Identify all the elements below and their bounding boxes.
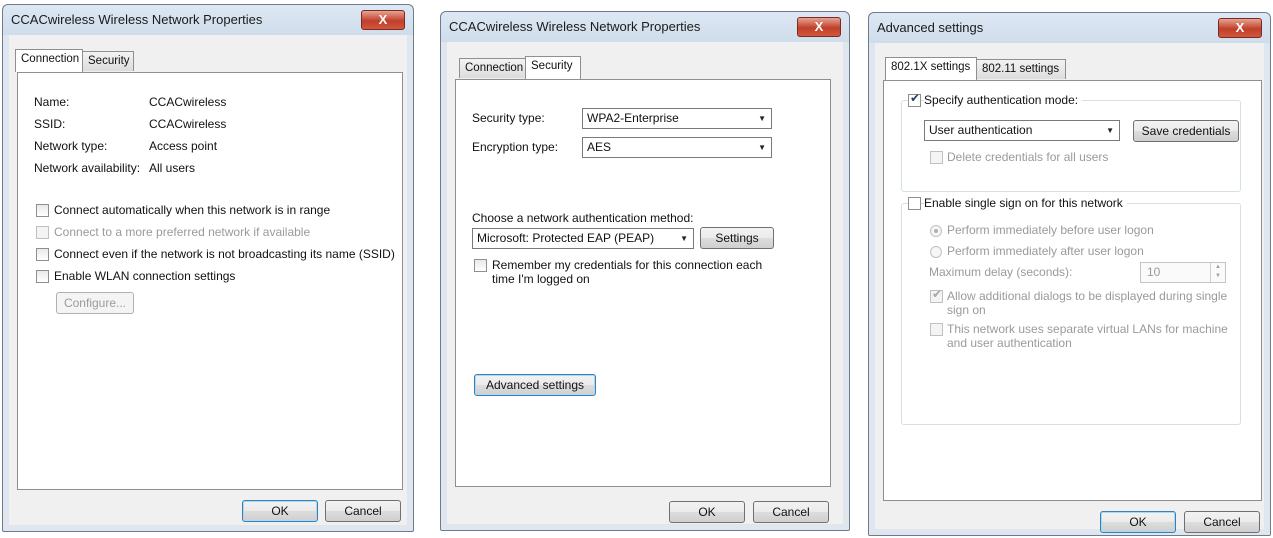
chevron-down-icon: ▼ [758,114,766,123]
dialog-client-area: 802.1X settings 802.11 settings ✔ Specif… [875,43,1264,533]
separate-vlans-label-line1: This network uses separate virtual LANs … [947,322,1228,336]
max-delay-spinner: 10 ▲ ▼ [1140,262,1226,283]
remember-credentials-label-line1: Remember my credentials for this connect… [492,258,763,272]
spinner-arrows-icon: ▲ ▼ [1210,263,1225,282]
close-button[interactable]: X [361,10,405,30]
connect-automatically-label: Connect automatically when this network … [54,203,331,217]
security-type-value: WPA2-Enterprise [587,111,679,125]
enable-wlan-settings-label: Enable WLAN connection settings [54,269,236,283]
cancel-button[interactable]: Cancel [1184,511,1260,533]
max-delay-value: 10 [1147,265,1161,279]
ok-button[interactable]: OK [669,501,745,523]
network-availability-label: Network availability: [34,161,141,175]
max-delay-label: Maximum delay (seconds): [929,265,1073,279]
close-button[interactable]: X [797,17,841,37]
auth-mode-value: User authentication [929,123,1033,137]
chevron-down-icon: ▼ [680,234,688,243]
checkmark-icon: ✔ [932,287,943,301]
dialog-client-area: Connection Security Name: CCACwireless S… [9,35,407,525]
connection-properties-dialog: CCACwireless Wireless Network Properties… [2,4,414,532]
tab-security[interactable]: Security [82,51,134,71]
specify-auth-mode-label: Specify authentication mode: [924,93,1083,107]
auth-method-dropdown[interactable]: Microsoft: Protected EAP (PEAP) ▼ [472,228,694,249]
auth-method-value: Microsoft: Protected EAP (PEAP) [477,231,655,245]
dialog-client-area: Connection Security Security type: WPA2-… [447,42,843,524]
auth-mode-dropdown[interactable]: User authentication ▼ [924,120,1120,141]
tab-connection[interactable]: Connection [15,49,83,72]
radio-dot-icon [934,229,938,233]
after-logon-label: Perform immediately after user logon [947,244,1144,258]
ssid-value: CCACwireless [149,117,227,131]
close-button[interactable]: X [1218,18,1262,38]
encryption-type-label: Encryption type: [472,140,559,154]
separate-vlans-label-line2: and user authentication [947,336,1072,350]
enable-sso-label: Enable single sign on for this network [924,196,1127,210]
name-label: Name: [34,95,70,109]
auth-mode-group [901,100,1241,192]
tab-80211-settings[interactable]: 802.11 settings [976,59,1066,79]
delete-credentials-label: Delete credentials for all users [947,150,1109,164]
tab-connection[interactable]: Connection [459,58,526,78]
before-logon-label: Perform immediately before user logon [947,223,1154,237]
tab-panel: Security type: WPA2-Enterprise ▼ Encrypt… [455,79,831,487]
ok-button[interactable]: OK [242,500,318,522]
encryption-type-dropdown[interactable]: AES ▼ [582,137,772,158]
tab-security[interactable]: Security [525,56,581,79]
chevron-down-icon: ▼ [758,143,766,152]
preferred-network-checkbox [36,226,49,239]
network-availability-value: All users [149,161,196,175]
encryption-type-value: AES [587,140,612,154]
dialog-title: CCACwireless Wireless Network Properties [3,5,413,35]
before-logon-radio [930,225,942,237]
save-credentials-button[interactable]: Save credentials [1133,120,1239,142]
cancel-button[interactable]: Cancel [753,501,829,523]
configure-button: Configure... [56,292,134,314]
security-type-label: Security type: [472,111,545,125]
advanced-settings-dialog: Advanced settings X 802.1X settings 802.… [868,12,1271,536]
separate-vlans-checkbox [930,323,943,336]
connect-automatically-checkbox[interactable] [36,204,49,217]
specify-auth-mode-checkbox[interactable]: ✔ [908,91,921,107]
enable-sso-checkbox[interactable] [908,197,921,210]
security-type-dropdown[interactable]: WPA2-Enterprise ▼ [582,108,772,129]
network-type-label: Network type: [34,139,108,153]
auth-method-label: Choose a network authentication method: [472,211,694,225]
tab-panel: ✔ Specify authentication mode: User auth… [883,80,1262,501]
connect-hidden-ssid-checkbox[interactable] [36,248,49,261]
after-logon-radio [930,246,942,258]
settings-button[interactable]: Settings [700,227,774,249]
dialog-title: Advanced settings [869,13,1270,43]
cancel-button[interactable]: Cancel [325,500,401,522]
allow-dialogs-label-line1: Allow additional dialogs to be displayed… [947,289,1228,303]
network-type-value: Access point [149,139,218,153]
tab-8021x-settings[interactable]: 802.1X settings [885,57,977,80]
dialog-title: CCACwireless Wireless Network Properties [441,12,849,42]
remember-credentials-checkbox[interactable] [474,259,487,272]
connect-hidden-ssid-label: Connect even if the network is not broad… [54,247,395,261]
allow-dialogs-checkbox: ✔ [930,287,943,303]
enable-wlan-settings-checkbox[interactable] [36,270,49,283]
checkmark-icon: ✔ [910,91,921,105]
delete-credentials-checkbox [930,151,943,164]
ok-button[interactable]: OK [1100,511,1176,533]
remember-credentials-label-line2: time I'm logged on [492,272,590,286]
ssid-label: SSID: [34,117,66,131]
advanced-settings-button[interactable]: Advanced settings [474,374,596,396]
security-properties-dialog: CCACwireless Wireless Network Properties… [440,11,850,531]
preferred-network-label: Connect to a more preferred network if a… [54,225,311,239]
allow-dialogs-label-line2: sign on [947,303,986,317]
chevron-down-icon: ▼ [1106,126,1114,135]
tab-panel: Name: CCACwireless SSID: CCACwireless Ne… [17,72,403,490]
name-value: CCACwireless [149,95,227,109]
